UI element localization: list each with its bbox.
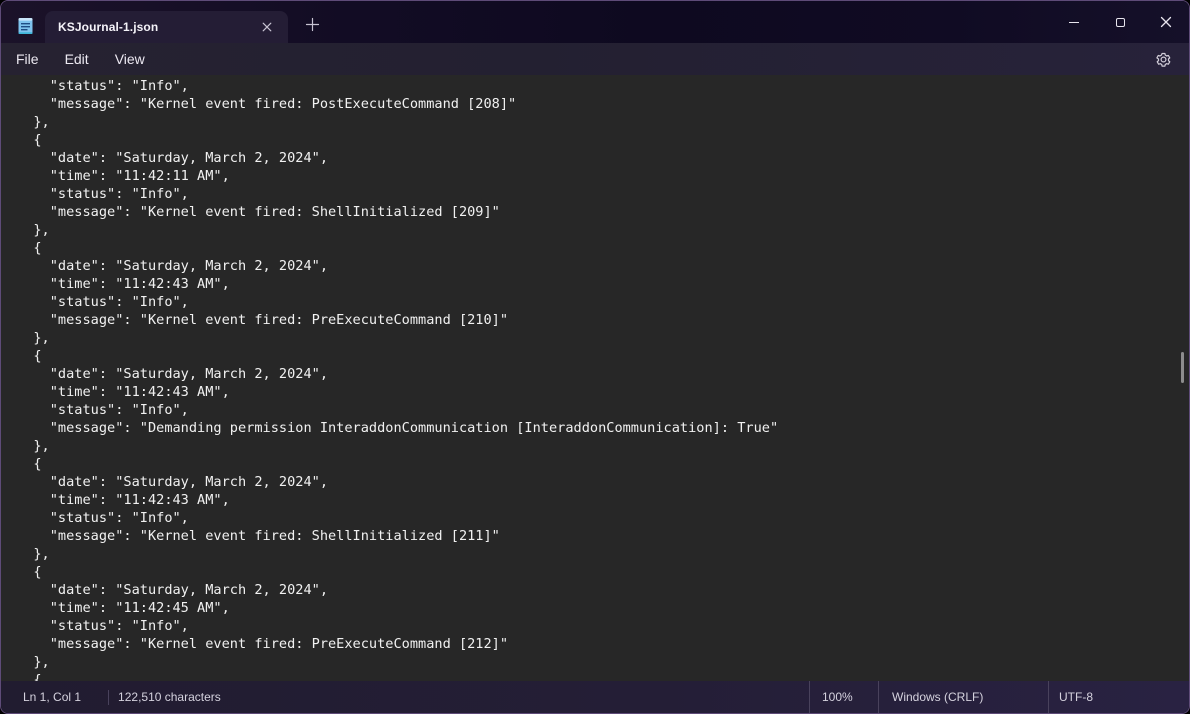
minimize-button[interactable] [1051, 1, 1097, 43]
menubar: File Edit View [1, 43, 1189, 75]
line-ending: Windows (CRLF) [878, 681, 1048, 713]
close-button[interactable] [1143, 1, 1189, 43]
settings-button[interactable] [1152, 43, 1174, 75]
plus-icon [305, 17, 320, 37]
menu-view[interactable]: View [115, 48, 145, 70]
character-count: 122,510 characters [118, 690, 221, 704]
statusbar-right: 100% Windows (CRLF) UTF-8 [809, 681, 1188, 713]
minimize-icon [1069, 22, 1079, 23]
vertical-scrollbar-thumb[interactable] [1181, 352, 1184, 383]
statusbar-left: Ln 1, Col 1 122,510 characters [23, 690, 221, 705]
titlebar: KSJournal-1.json [1, 1, 1189, 43]
statusbar-divider [108, 690, 109, 705]
zoom-level: 100% [809, 681, 878, 713]
new-tab-button[interactable] [298, 13, 326, 41]
window-controls [1051, 1, 1189, 43]
editor-text[interactable]: "status": "Info", "message": "Kernel eve… [1, 75, 1189, 681]
menu-file[interactable]: File [16, 48, 39, 70]
maximize-button[interactable] [1097, 1, 1143, 43]
statusbar: Ln 1, Col 1 122,510 characters 100% Wind… [1, 681, 1189, 713]
maximize-icon [1116, 18, 1125, 27]
cursor-position: Ln 1, Col 1 [23, 690, 81, 704]
close-icon [1160, 16, 1172, 28]
editor-area[interactable]: "status": "Info", "message": "Kernel eve… [1, 75, 1189, 681]
tab-title: KSJournal-1.json [58, 20, 256, 34]
notepad-window: KSJournal-1.json [0, 0, 1190, 714]
notepad-app-icon [18, 17, 33, 35]
encoding: UTF-8 [1048, 681, 1188, 713]
gear-icon [1155, 51, 1172, 68]
tab-close-icon[interactable] [256, 16, 278, 38]
menu-edit[interactable]: Edit [65, 48, 89, 70]
tab-ksjournal-1-json[interactable]: KSJournal-1.json [45, 11, 288, 43]
